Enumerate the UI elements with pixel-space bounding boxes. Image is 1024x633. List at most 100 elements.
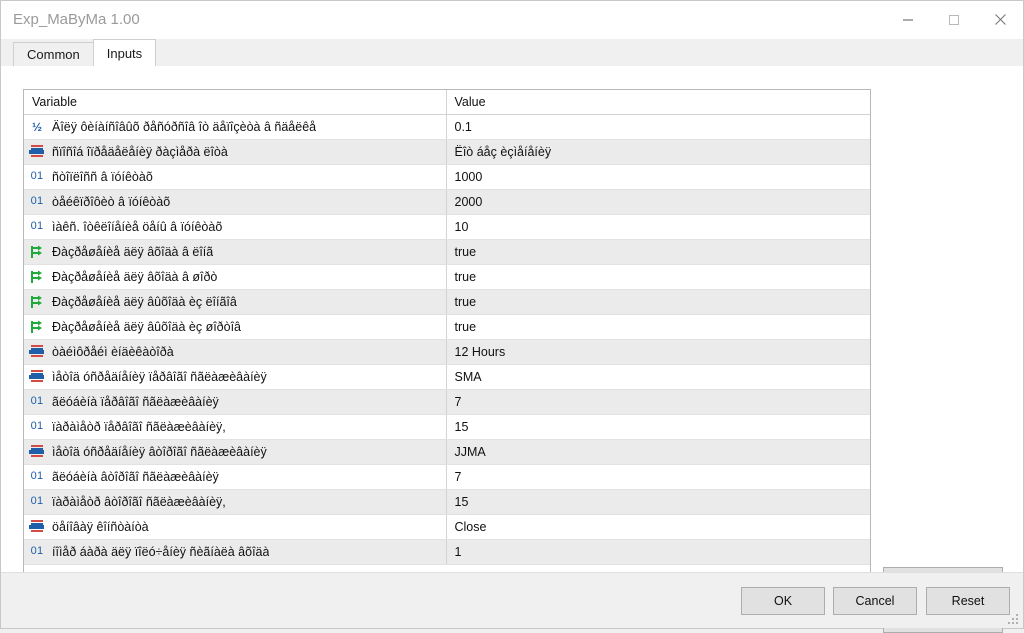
value-cell[interactable]: 0.1 [446, 114, 870, 139]
variable-label: ìåòîä óñðåäíåíèÿ âòîðîãî ñãëàæèâàíèÿ [52, 445, 267, 459]
integer-type-icon: 01 [29, 494, 45, 510]
table-row[interactable]: ½ Äîëÿ ôèíàíñîâûõ ðåñóðñîâ îò äåïîçèòà â … [24, 114, 870, 139]
tab-common[interactable]: Common [13, 42, 94, 66]
value-cell[interactable]: 15 [446, 414, 870, 439]
variable-cell[interactable]: 01 ãëóáèíà âòîðîãî ñãëàæèâàíèÿ [24, 464, 446, 489]
variable-label: òåéêïðîôèò â ïóíêòàõ [52, 195, 170, 209]
variable-cell[interactable]: 01 ñòîïëîññ â ïóíêòàõ [24, 164, 446, 189]
value-cell[interactable]: true [446, 264, 870, 289]
variable-cell[interactable]: Ðàçðåøåíèå äëÿ âõîäà â ëîíã [24, 239, 446, 264]
inputs-table-container[interactable]: Variable Value ½ Äîëÿ ôèíàíñîâûõ ðåñóðñîâ… [23, 89, 871, 576]
value-cell[interactable]: JJMA [446, 439, 870, 464]
table-row[interactable]: Ðàçðåøåíèå äëÿ âûõîäà èç ëîíãîâ true [24, 289, 870, 314]
value-cell[interactable]: SMA [446, 364, 870, 389]
table-row[interactable]: 01 íîìåð áàðà äëÿ ïîëó÷åíèÿ ñèãíàëà âõîäà… [24, 539, 870, 564]
table-row[interactable]: Ðàçðåøåíèå äëÿ âûõîäà èç øîðòîâ true [24, 314, 870, 339]
table-row[interactable]: 01 ãëóáèíà âòîðîãî ñãëàæèâàíèÿ 7 [24, 464, 870, 489]
variable-cell[interactable]: Ðàçðåøåíèå äëÿ âûõîäà èç ëîíãîâ [24, 289, 446, 314]
variable-label: ìåòîä óñðåäíåíèÿ ïåðâîãî ñãëàæèâàíèÿ [52, 370, 267, 384]
value-cell[interactable]: 10 [446, 214, 870, 239]
integer-type-icon: 01 [29, 544, 45, 560]
table-header-row: Variable Value [24, 90, 870, 114]
value-cell[interactable]: 2000 [446, 189, 870, 214]
ok-button[interactable]: OK [741, 587, 825, 615]
dialog-footer: OK Cancel Reset [1, 572, 1023, 628]
integer-type-icon: 01 [29, 394, 45, 410]
variable-label: ñòîïëîññ â ïóíêòàõ [52, 170, 153, 184]
enum-type-icon [29, 369, 45, 385]
table-row[interactable]: 01ãëóáèíà ïåðâîãî ñãëàæèâàíèÿ7 [24, 389, 870, 414]
table-row[interactable]: 01òåéêïðîôèò â ïóíêòàõ2000 [24, 189, 870, 214]
variable-cell[interactable]: 01ãëóáèíà ïåðâîãî ñãëàæèâàíèÿ [24, 389, 446, 414]
integer-type-icon: 01 [29, 419, 45, 435]
cancel-button[interactable]: Cancel [833, 587, 917, 615]
variable-cell[interactable]: 01òåéêïðîôèò â ïóíêòàõ [24, 189, 446, 214]
value-cell[interactable]: 12 Hours [446, 339, 870, 364]
value-cell[interactable]: Ëîò áåç èçìåíåíèÿ [446, 139, 870, 164]
variable-cell[interactable]: 01ïàðàìåòð âòîðîãî ñãëàæèâàíèÿ, [24, 489, 446, 514]
close-button[interactable] [977, 1, 1023, 38]
column-header-variable[interactable]: Variable [24, 90, 446, 114]
table-row[interactable]: Ðàçðåøåíèå äëÿ âõîäà â øîðòtrue [24, 264, 870, 289]
maximize-button[interactable] [931, 1, 977, 38]
value-cell[interactable]: 7 [446, 464, 870, 489]
table-row[interactable]: öåíîâàÿ êîíñòàíòàClose [24, 514, 870, 539]
window-title: Exp_MaByMa 1.00 [1, 1, 885, 38]
table-row[interactable]: 01ìàêñ. îòêëîíåíèå öåíû â ïóíêòàõ10 [24, 214, 870, 239]
table-row[interactable]: 01ïàðàìåòð ïåðâîãî ñãëàæèâàíèÿ,15 [24, 414, 870, 439]
variable-cell[interactable]: 01ïàðàìåòð ïåðâîãî ñãëàæèâàíèÿ, [24, 414, 446, 439]
tab-inputs[interactable]: Inputs [93, 39, 156, 66]
integer-type-icon: 01 [29, 469, 45, 485]
boolean-type-icon [29, 319, 45, 335]
table-row[interactable]: òàéìôðåéì èíäèêàòîðà 12 Hours [24, 339, 870, 364]
value-cell[interactable]: 1 [446, 539, 870, 564]
enum-type-icon [29, 144, 45, 160]
integer-type-icon: 01 [29, 169, 45, 185]
boolean-type-icon [29, 244, 45, 260]
variable-label: íîìåð áàðà äëÿ ïîëó÷åíèÿ ñèãíàëà âõîäà [52, 545, 269, 559]
dialog-content: Variable Value ½ Äîëÿ ôèíàíñîâûõ ðåñóðñîâ… [1, 67, 1023, 572]
enum-type-icon [29, 344, 45, 360]
double-type-icon: ½ [29, 119, 45, 135]
variable-cell[interactable]: ìåòîä óñðåäíåíèÿ âòîðîãî ñãëàæèâàíèÿ [24, 439, 446, 464]
minimize-button[interactable] [885, 1, 931, 38]
column-header-value[interactable]: Value [446, 90, 870, 114]
table-row[interactable]: ñïîñîá îïðåäåëåíèÿ ðàçìåðà ëîòà Ëîò áåç è… [24, 139, 870, 164]
variable-cell[interactable]: Ðàçðåøåíèå äëÿ âûõîäà èç øîðòîâ [24, 314, 446, 339]
value-cell[interactable]: true [446, 239, 870, 264]
variable-label: Ðàçðåøåíèå äëÿ âûõîäà èç ëîíãîâ [52, 295, 237, 309]
variable-label: ãëóáèíà âòîðîãî ñãëàæèâàíèÿ [52, 470, 219, 484]
variable-label: ìàêñ. îòêëîíåíèå öåíû â ïóíêòàõ [52, 220, 222, 234]
value-cell[interactable]: true [446, 289, 870, 314]
table-row[interactable]: Ðàçðåøåíèå äëÿ âõîäà â ëîíãtrue [24, 239, 870, 264]
value-cell[interactable]: Close [446, 514, 870, 539]
minimize-icon [902, 14, 914, 26]
table-row[interactable]: ìåòîä óñðåäíåíèÿ ïåðâîãî ñãëàæèâàíèÿ SMA [24, 364, 870, 389]
variable-cell[interactable]: ìåòîä óñðåäíåíèÿ ïåðâîãî ñãëàæèâàíèÿ [24, 364, 446, 389]
variable-label: ñïîñîá îïðåäåëåíèÿ ðàçìåðà ëîòà [52, 145, 228, 159]
variable-cell[interactable]: ñïîñîá îïðåäåëåíèÿ ðàçìåðà ëîòà [24, 139, 446, 164]
reset-button[interactable]: Reset [926, 587, 1010, 615]
table-row[interactable]: 01 ñòîïëîññ â ïóíêòàõ 1000 [24, 164, 870, 189]
enum-type-icon [29, 519, 45, 535]
variable-label: Ðàçðåøåíèå äëÿ âûõîäà èç øîðòîâ [52, 320, 241, 334]
variable-cell[interactable]: ½ Äîëÿ ôèíàíñîâûõ ðåñóðñîâ îò äåïîçèòà â … [24, 114, 446, 139]
variable-label: òàéìôðåéì èíäèêàòîðà [52, 345, 174, 359]
value-cell[interactable]: true [446, 314, 870, 339]
resize-gripper[interactable] [1006, 612, 1020, 626]
variable-cell[interactable]: öåíîâàÿ êîíñòàíòà [24, 514, 446, 539]
variable-label: Äîëÿ ôèíàíñîâûõ ðåñóðñîâ îò äåïîçèòà â ñ… [52, 120, 316, 134]
table-row[interactable]: ìåòîä óñðåäíåíèÿ âòîðîãî ñãëàæèâàíèÿ JJMA [24, 439, 870, 464]
maximize-icon [948, 14, 960, 26]
value-cell[interactable]: 15 [446, 489, 870, 514]
boolean-type-icon [29, 294, 45, 310]
table-row[interactable]: 01ïàðàìåòð âòîðîãî ñãëàæèâàíèÿ,15 [24, 489, 870, 514]
tab-strip: Common Inputs [1, 39, 1023, 67]
variable-cell[interactable]: Ðàçðåøåíèå äëÿ âõîäà â øîðò [24, 264, 446, 289]
variable-cell[interactable]: òàéìôðåéì èíäèêàòîðà [24, 339, 446, 364]
variable-cell[interactable]: 01ìàêñ. îòêëîíåíèå öåíû â ïóíêòàõ [24, 214, 446, 239]
value-cell[interactable]: 7 [446, 389, 870, 414]
variable-cell[interactable]: 01 íîìåð áàðà äëÿ ïîëó÷åíèÿ ñèãíàëà âõîäà [24, 539, 446, 564]
enum-type-icon [29, 444, 45, 460]
value-cell[interactable]: 1000 [446, 164, 870, 189]
